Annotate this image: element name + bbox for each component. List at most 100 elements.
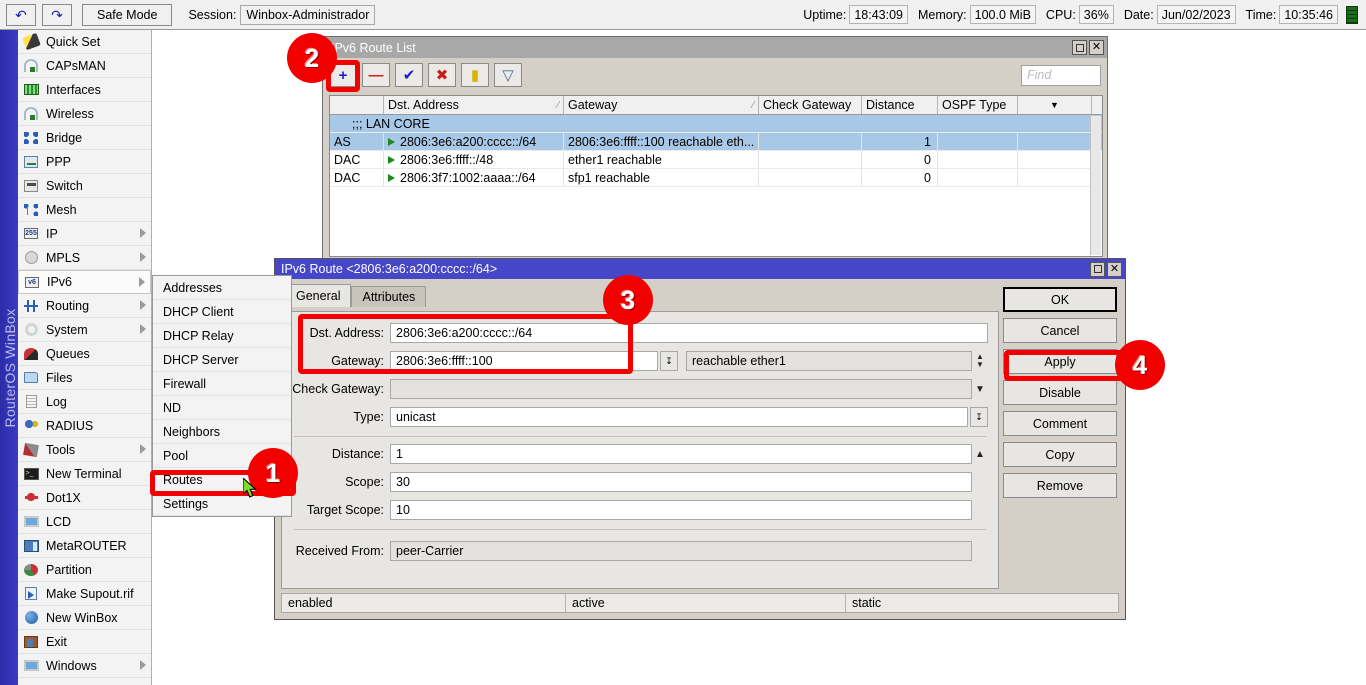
gateway-input[interactable]: 2806:3e6:ffff::100 (390, 351, 658, 371)
dst-address-input[interactable]: 2806:3e6:a200:cccc::/64 (390, 323, 988, 343)
sidebar-item-new-terminal[interactable]: >_New Terminal (18, 462, 151, 486)
submenu-item-label: DHCP Server (163, 353, 238, 367)
filter-button[interactable]: ▽ (494, 63, 522, 87)
route-comment-row[interactable]: ;;; LAN CORE (330, 115, 1102, 133)
sidebar-item-ipv6[interactable]: v6IPv6 (18, 270, 151, 294)
tab-general[interactable]: General (285, 284, 351, 307)
column-menu-chevron-down-icon[interactable]: ▼ (1050, 100, 1059, 110)
submenu-item-dhcp-server[interactable]: DHCP Server (153, 348, 291, 372)
distance-input[interactable]: 1 (390, 444, 972, 464)
sidebar-item-ip[interactable]: 255IP (18, 222, 151, 246)
undo-icon[interactable]: ↶ (6, 4, 36, 26)
submenu-item-label: Neighbors (163, 425, 220, 439)
sidebar-item-quick-set[interactable]: Quick Set (18, 30, 151, 54)
table-row[interactable]: DAC2806:3e6:ffff::/48ether1 reachable0 (330, 151, 1102, 169)
sidebar-item-label: CAPsMAN (46, 59, 106, 73)
sidebar-item-system[interactable]: System (18, 318, 151, 342)
submenu-item-pool[interactable]: Pool (153, 444, 291, 468)
column-header-blank-0[interactable] (330, 96, 384, 114)
scope-input[interactable]: 30 (390, 472, 972, 492)
sidebar-item-dot1x[interactable]: Dot1X (18, 486, 151, 510)
comment-button[interactable]: Comment (1003, 411, 1117, 436)
route-table-header: Dst. Address⁄Gateway⁄Check GatewayDistan… (330, 96, 1102, 115)
column-header-dst-address[interactable]: Dst. Address⁄ (384, 96, 564, 114)
sidebar-item-mesh[interactable]: Mesh (18, 198, 151, 222)
sidebar-item-make-supout-rif[interactable]: Make Supout.rif (18, 582, 151, 606)
distance-stepper-icon[interactable]: ▲ (972, 449, 988, 460)
column-header-check-gateway[interactable]: Check Gateway (759, 96, 862, 114)
type-input[interactable]: unicast (390, 407, 968, 427)
sidebar-item-switch[interactable]: Switch (18, 174, 151, 198)
remove-button[interactable]: Remove (1003, 473, 1117, 498)
column-header-ospf-type[interactable]: OSPF Type (938, 96, 1018, 114)
cancel-button[interactable]: Cancel (1003, 318, 1117, 343)
target-scope-input[interactable]: 10 (390, 500, 972, 520)
submenu-item-settings[interactable]: Settings (153, 492, 291, 516)
sidebar-item-log[interactable]: Log (18, 390, 151, 414)
bridge-icon-wrap (22, 130, 40, 146)
route-table-scrollbar[interactable] (1090, 116, 1101, 255)
sidebar-item-tools[interactable]: Tools (18, 438, 151, 462)
sidebar-item-metarouter[interactable]: MetaROUTER (18, 534, 151, 558)
sidebar-item-bridge[interactable]: Bridge (18, 126, 151, 150)
sidebar-item-files[interactable]: Files (18, 366, 151, 390)
tools-icon (23, 442, 39, 456)
sidebar-item-routing[interactable]: Routing (18, 294, 151, 318)
submenu-item-dhcp-client[interactable]: DHCP Client (153, 300, 291, 324)
gateway-stepper-icon[interactable]: ▲▼ (972, 353, 988, 369)
sidebar-item-queues[interactable]: Queues (18, 342, 151, 366)
column-header-blank-6[interactable]: ▼ (1018, 96, 1092, 114)
sidebar-item-partition[interactable]: Partition (18, 558, 151, 582)
route-dialog-title-bar[interactable]: IPv6 Route <2806:3e6:a200:cccc::/64> ✕ (275, 259, 1125, 279)
sidebar-item-interfaces[interactable]: Interfaces (18, 78, 151, 102)
check-gateway-chevron-down-icon[interactable]: ▼ (972, 384, 988, 395)
submenu-item-firewall[interactable]: Firewall (153, 372, 291, 396)
apply-button[interactable]: Apply (1003, 349, 1117, 374)
ok-button[interactable]: OK (1003, 287, 1117, 312)
close-icon[interactable]: ✕ (1089, 40, 1104, 55)
check-gateway-input[interactable] (390, 379, 972, 399)
find-input[interactable]: Find (1021, 65, 1101, 86)
memory-value: 100.0 MiB (970, 5, 1036, 24)
tab-attributes[interactable]: Attributes (351, 286, 426, 307)
sidebar-item-ppp[interactable]: PPP (18, 150, 151, 174)
column-header-gateway[interactable]: Gateway⁄ (564, 96, 759, 114)
maximize-icon[interactable] (1090, 262, 1105, 277)
copy-button[interactable]: Copy (1003, 442, 1117, 467)
disable-route-button[interactable]: ✖ (428, 63, 456, 87)
wireless-icon (24, 107, 38, 120)
sidebar-item-wireless[interactable]: Wireless (18, 102, 151, 126)
route-dst-cell: 2806:3e6:a200:cccc::/64 (384, 133, 564, 150)
sidebar-item-new-winbox[interactable]: New WinBox (18, 606, 151, 630)
sidebar-item-lcd[interactable]: LCD (18, 510, 151, 534)
sidebar-item-capsman[interactable]: CAPsMAN (18, 54, 151, 78)
submenu-item-routes[interactable]: Routes (153, 468, 291, 492)
type-dropdown-icon[interactable]: ↧ (970, 407, 988, 427)
remove-route-button[interactable]: — (362, 63, 390, 87)
enable-route-button[interactable]: ✔ (395, 63, 423, 87)
redo-icon[interactable]: ↷ (42, 4, 72, 26)
sidebar-item-exit[interactable]: Exit (18, 630, 151, 654)
submenu-item-neighbors[interactable]: Neighbors (153, 420, 291, 444)
gateway-dropdown-icon[interactable]: ↧ (660, 351, 678, 371)
comment-button[interactable]: ▮ (461, 63, 489, 87)
close-icon[interactable]: ✕ (1107, 262, 1122, 277)
sidebar-item-radius[interactable]: RADIUS (18, 414, 151, 438)
add-route-button[interactable]: + (329, 63, 357, 87)
table-row[interactable]: AS2806:3e6:a200:cccc::/642806:3e6:ffff::… (330, 133, 1102, 151)
submenu-item-dhcp-relay[interactable]: DHCP Relay (153, 324, 291, 348)
safe-mode-button[interactable]: Safe Mode (82, 4, 172, 26)
route-list-title-bar[interactable]: IPv6 Route List ✕ (323, 37, 1107, 58)
sidebar-item-windows[interactable]: Windows (18, 654, 151, 678)
sidebar-item-mpls[interactable]: MPLS (18, 246, 151, 270)
column-header-distance[interactable]: Distance (862, 96, 938, 114)
mpls-icon (25, 251, 38, 264)
table-row[interactable]: DAC2806:3f7:1002:aaaa::/64sfp1 reachable… (330, 169, 1102, 187)
scope-row: Scope: 30 (282, 471, 988, 493)
maximize-icon[interactable] (1072, 40, 1087, 55)
route-dst-text: 2806:3e6:a200:cccc::/64 (400, 135, 536, 149)
submenu-item-nd[interactable]: ND (153, 396, 291, 420)
disable-button[interactable]: Disable (1003, 380, 1117, 405)
submenu-item-addresses[interactable]: Addresses (153, 276, 291, 300)
session-value[interactable]: Winbox-Administrador (240, 5, 375, 25)
